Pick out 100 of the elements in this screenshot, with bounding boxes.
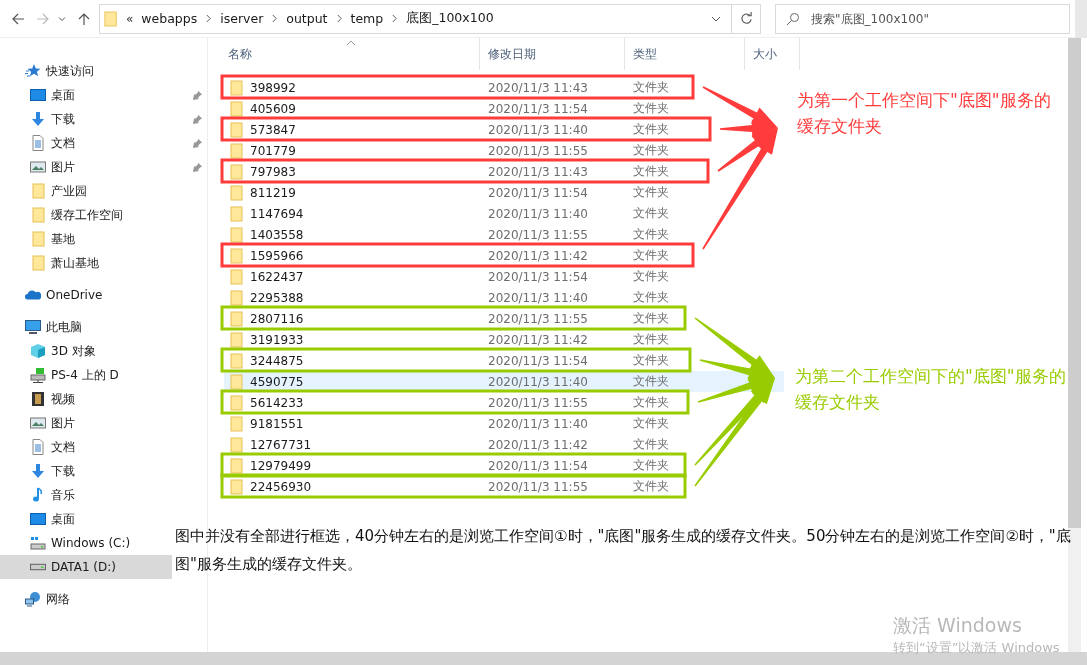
file-row[interactable]: 3191933 2020/11/3 11:42 文件夹: [224, 329, 784, 350]
file-row[interactable]: 9181551 2020/11/3 11:40 文件夹: [224, 413, 784, 434]
folder-icon: [228, 142, 244, 159]
folder-icon: [228, 478, 244, 495]
file-name: 405609: [250, 101, 296, 116]
network-drive-icon: [30, 367, 46, 383]
folder-icon: [228, 79, 244, 96]
sidebar-item[interactable]: 此电脑: [0, 315, 172, 339]
file-type: 文件夹: [632, 79, 670, 96]
file-type: 文件夹: [632, 142, 670, 159]
pin-icon[interactable]: [192, 113, 203, 125]
sidebar-item[interactable]: 3D 对象: [0, 339, 172, 363]
chevron-right-icon[interactable]: [271, 14, 279, 23]
modified-date: 2020/11/3 11:40: [487, 122, 589, 137]
file-row[interactable]: 797983 2020/11/3 11:43 文件夹: [224, 161, 784, 182]
desktop-icon: [30, 87, 46, 103]
up-arrow-icon[interactable]: [77, 11, 91, 26]
column-header[interactable]: 类型: [625, 38, 745, 70]
star-icon: [25, 63, 41, 79]
folder-icon: [228, 289, 244, 306]
file-row[interactable]: 811219 2020/11/3 11:54 文件夹: [224, 182, 784, 203]
file-name: 3191933: [250, 332, 304, 347]
column-header[interactable]: 修改日期: [480, 38, 625, 70]
chevron-right-icon[interactable]: [391, 14, 399, 23]
refresh-icon: [739, 12, 753, 25]
column-header[interactable]: 名称: [208, 38, 480, 70]
file-row[interactable]: 22456930 2020/11/3 11:55 文件夹: [224, 476, 784, 497]
folder-icon: [228, 331, 244, 348]
search-field[interactable]: 搜索"底图_100x100": [775, 3, 1070, 34]
modified-date: 2020/11/3 11:54: [487, 101, 589, 116]
folder-icon: [228, 352, 244, 369]
sidebar-item[interactable]: 快速访问: [0, 59, 172, 83]
breadcrumb[interactable]: webapps: [141, 11, 198, 26]
file-row[interactable]: 12979499 2020/11/3 11:54 文件夹: [224, 455, 784, 476]
sidebar-item[interactable]: 下载: [0, 459, 172, 483]
sidebar-item[interactable]: 文档: [0, 435, 172, 459]
file-type: 文件夹: [632, 100, 670, 117]
pin-icon[interactable]: [192, 161, 203, 173]
file-row[interactable]: 12767731 2020/11/3 11:42 文件夹: [224, 434, 784, 455]
pin-icon[interactable]: [192, 89, 203, 101]
file-type: 文件夹: [632, 226, 670, 243]
file-row[interactable]: 1147694 2020/11/3 11:40 文件夹: [224, 203, 784, 224]
breadcrumb[interactable]: 底图_100x100: [406, 10, 494, 27]
modified-date: 2020/11/3 11:43: [487, 164, 589, 179]
sidebar-item[interactable]: 桌面: [0, 83, 206, 107]
sidebar-item[interactable]: PS-4 上的 D: [0, 363, 172, 387]
sidebar-item[interactable]: 视频: [0, 387, 172, 411]
sidebar-item[interactable]: 下载: [0, 107, 206, 131]
scrollbar-thumb[interactable]: [1068, 38, 1081, 528]
file-type: 文件夹: [632, 331, 670, 348]
sidebar-item[interactable]: 文档: [0, 131, 206, 155]
sidebar-item[interactable]: 基地: [0, 227, 172, 251]
file-row[interactable]: 3244875 2020/11/3 11:54 文件夹: [224, 350, 784, 371]
modified-date: 2020/11/3 11:42: [487, 332, 589, 347]
sidebar-item[interactable]: 萧山基地: [0, 251, 172, 275]
breadcrumb[interactable]: iserver: [220, 11, 264, 26]
file-row[interactable]: 1622437 2020/11/3 11:54 文件夹: [224, 266, 784, 287]
column-header[interactable]: 大小: [745, 38, 800, 70]
chevron-down-icon[interactable]: [711, 14, 721, 23]
pin-icon[interactable]: [192, 137, 203, 149]
activation-subtitle: 转到“设置”以激活 Windows: [893, 639, 1060, 657]
modified-date: 2020/11/3 11:54: [487, 353, 589, 368]
sidebar-item[interactable]: 缓存工作空间: [0, 203, 172, 227]
file-row[interactable]: 1403558 2020/11/3 11:55 文件夹: [224, 224, 784, 245]
modified-date: 2020/11/3 11:54: [487, 458, 589, 473]
file-row[interactable]: 2295388 2020/11/3 11:40 文件夹: [224, 287, 784, 308]
file-row[interactable]: 2807116 2020/11/3 11:55 文件夹: [224, 308, 784, 329]
sidebar-item[interactable]: 图片: [0, 155, 206, 179]
file-row[interactable]: 573847 2020/11/3 11:40 文件夹: [224, 119, 784, 140]
sidebar-item[interactable]: 音乐: [0, 483, 172, 507]
modified-date: 2020/11/3 11:55: [487, 395, 589, 410]
sidebar-item[interactable]: 产业园: [0, 179, 172, 203]
file-row[interactable]: 405609 2020/11/3 11:54 文件夹: [224, 98, 784, 119]
file-type: 文件夹: [632, 205, 670, 222]
chevron-right-icon[interactable]: [335, 14, 343, 23]
file-row[interactable]: 701779 2020/11/3 11:55 文件夹: [224, 140, 784, 161]
modified-date: 2020/11/3 11:40: [487, 416, 589, 431]
sidebar-item[interactable]: Windows (C:): [0, 531, 172, 555]
address-bar[interactable]: « webapps iserver output temp 底图_100x100: [99, 3, 761, 34]
file-name: 5614233: [250, 395, 304, 410]
sidebar-item[interactable]: 图片: [0, 411, 172, 435]
breadcrumb[interactable]: temp: [350, 11, 384, 26]
file-row[interactable]: 1595966 2020/11/3 11:42 文件夹: [224, 245, 784, 266]
chevron-right-icon[interactable]: [205, 14, 213, 23]
sidebar-item[interactable]: DATA1 (D:): [0, 555, 172, 579]
file-name: 3244875: [250, 353, 304, 368]
file-type: 文件夹: [632, 289, 670, 306]
sidebar-item[interactable]: OneDrive: [0, 283, 172, 307]
forward-arrow-icon[interactable]: [36, 11, 50, 26]
file-name: 4590775: [250, 374, 304, 389]
breadcrumb[interactable]: output: [286, 11, 328, 26]
scrollbar[interactable]: [0, 652, 1087, 665]
overflow-chevrons[interactable]: «: [126, 11, 134, 26]
file-name: 12979499: [250, 458, 312, 473]
sidebar-item[interactable]: 桌面: [0, 507, 172, 531]
back-arrow-icon[interactable]: [11, 11, 25, 26]
file-row[interactable]: 5614233 2020/11/3 11:55 文件夹: [224, 392, 784, 413]
file-name: 9181551: [250, 416, 304, 431]
sidebar-item[interactable]: 网络: [0, 587, 172, 611]
file-row[interactable]: 398992 2020/11/3 11:43 文件夹: [224, 77, 784, 98]
